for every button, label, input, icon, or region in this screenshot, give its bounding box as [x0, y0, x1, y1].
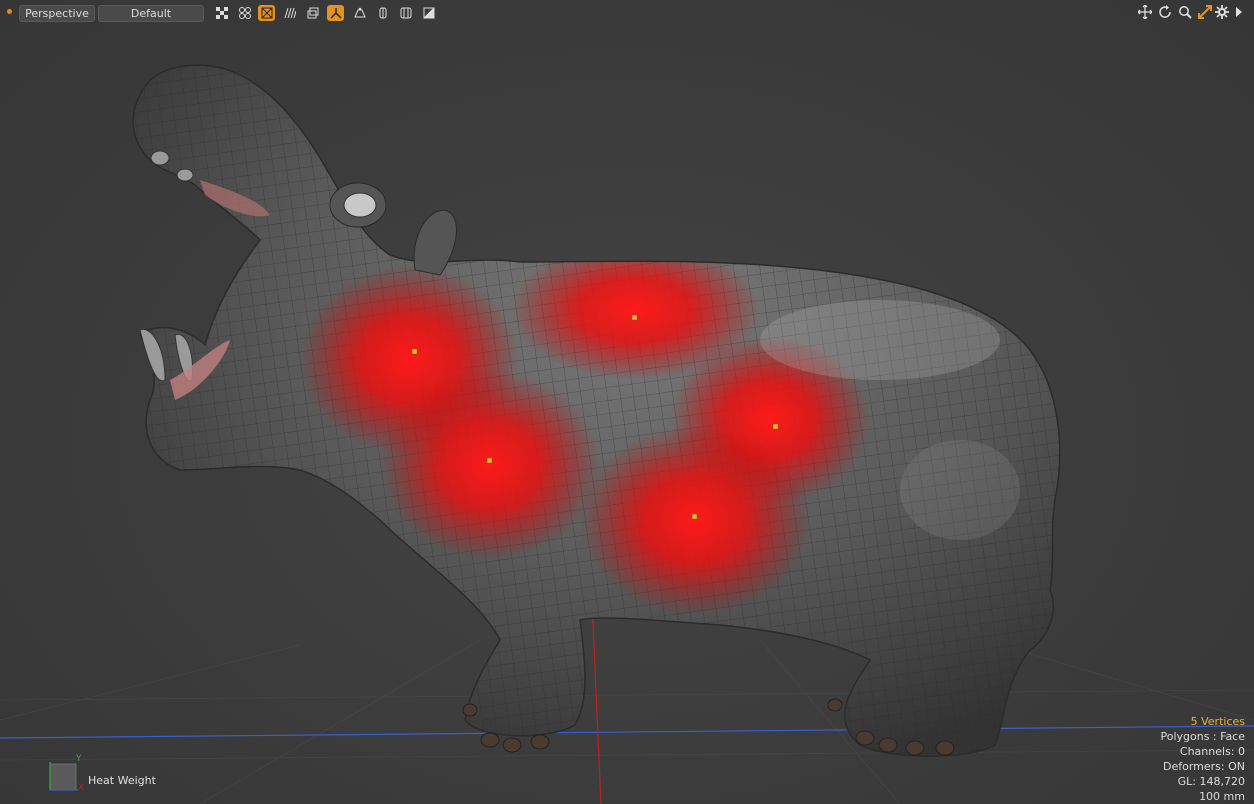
- heat-weight-label: Heat Weight: [88, 774, 156, 787]
- gl-poly-count: GL: 148,720: [1177, 775, 1245, 788]
- weight-icon[interactable]: [351, 5, 368, 21]
- viewport-menu-dot[interactable]: [7, 9, 12, 14]
- fit-view-icon[interactable]: [1197, 4, 1213, 20]
- hippo-eye: [329, 182, 387, 228]
- settings-icon[interactable]: [1214, 4, 1230, 20]
- x-axis-line: [0, 725, 1254, 739]
- move-view-icon[interactable]: [1137, 4, 1153, 20]
- viewport-toolbar: Perspective Default: [0, 0, 1254, 26]
- vertex-marker: [631, 314, 638, 321]
- half-icon[interactable]: [374, 5, 391, 21]
- axis-x-label: X: [78, 783, 84, 792]
- vertex-marker: [772, 423, 779, 430]
- grid-icon[interactable]: [236, 5, 253, 21]
- ground-grid: [0, 639, 1254, 804]
- frame-icon[interactable]: [304, 5, 321, 21]
- rotate-view-icon[interactable]: [1157, 4, 1173, 20]
- 3d-viewport[interactable]: Perspective Default 5 Vertices Polygons …: [0, 0, 1254, 804]
- polygons-mode: Polygons : Face: [1160, 730, 1245, 743]
- grid-scale: 100 mm: [1199, 790, 1245, 803]
- hatch-icon[interactable]: [281, 5, 298, 21]
- hippo-mesh[interactable]: [100, 40, 1100, 780]
- vertex-marker: [411, 348, 418, 355]
- scene-canvas[interactable]: [0, 0, 1254, 804]
- selection-count: 5 Vertices: [1190, 715, 1245, 728]
- viewport-info-panel: 5 Vertices Polygons : Face Channels: 0 D…: [1160, 714, 1245, 804]
- split-icon[interactable]: [397, 5, 414, 21]
- axis-orientation-widget: Y X: [49, 754, 84, 792]
- deformer-icon[interactable]: [327, 5, 344, 21]
- slash-icon[interactable]: [420, 5, 437, 21]
- zoom-view-icon[interactable]: [1177, 4, 1193, 20]
- z-axis-line: [591, 599, 602, 804]
- vertex-marker: [691, 513, 698, 520]
- checker-icon[interactable]: [213, 5, 230, 21]
- view-mode-dropdown[interactable]: Perspective: [19, 5, 95, 22]
- more-icon[interactable]: [1231, 4, 1247, 20]
- channels-count: Channels: 0: [1179, 745, 1245, 758]
- shading-preset-dropdown[interactable]: Default: [98, 5, 204, 22]
- vertex-marker: [486, 457, 493, 464]
- deformers-status: Deformers: ON: [1163, 760, 1245, 773]
- wireframe-icon[interactable]: [258, 5, 275, 21]
- axis-y-label: Y: [75, 754, 82, 764]
